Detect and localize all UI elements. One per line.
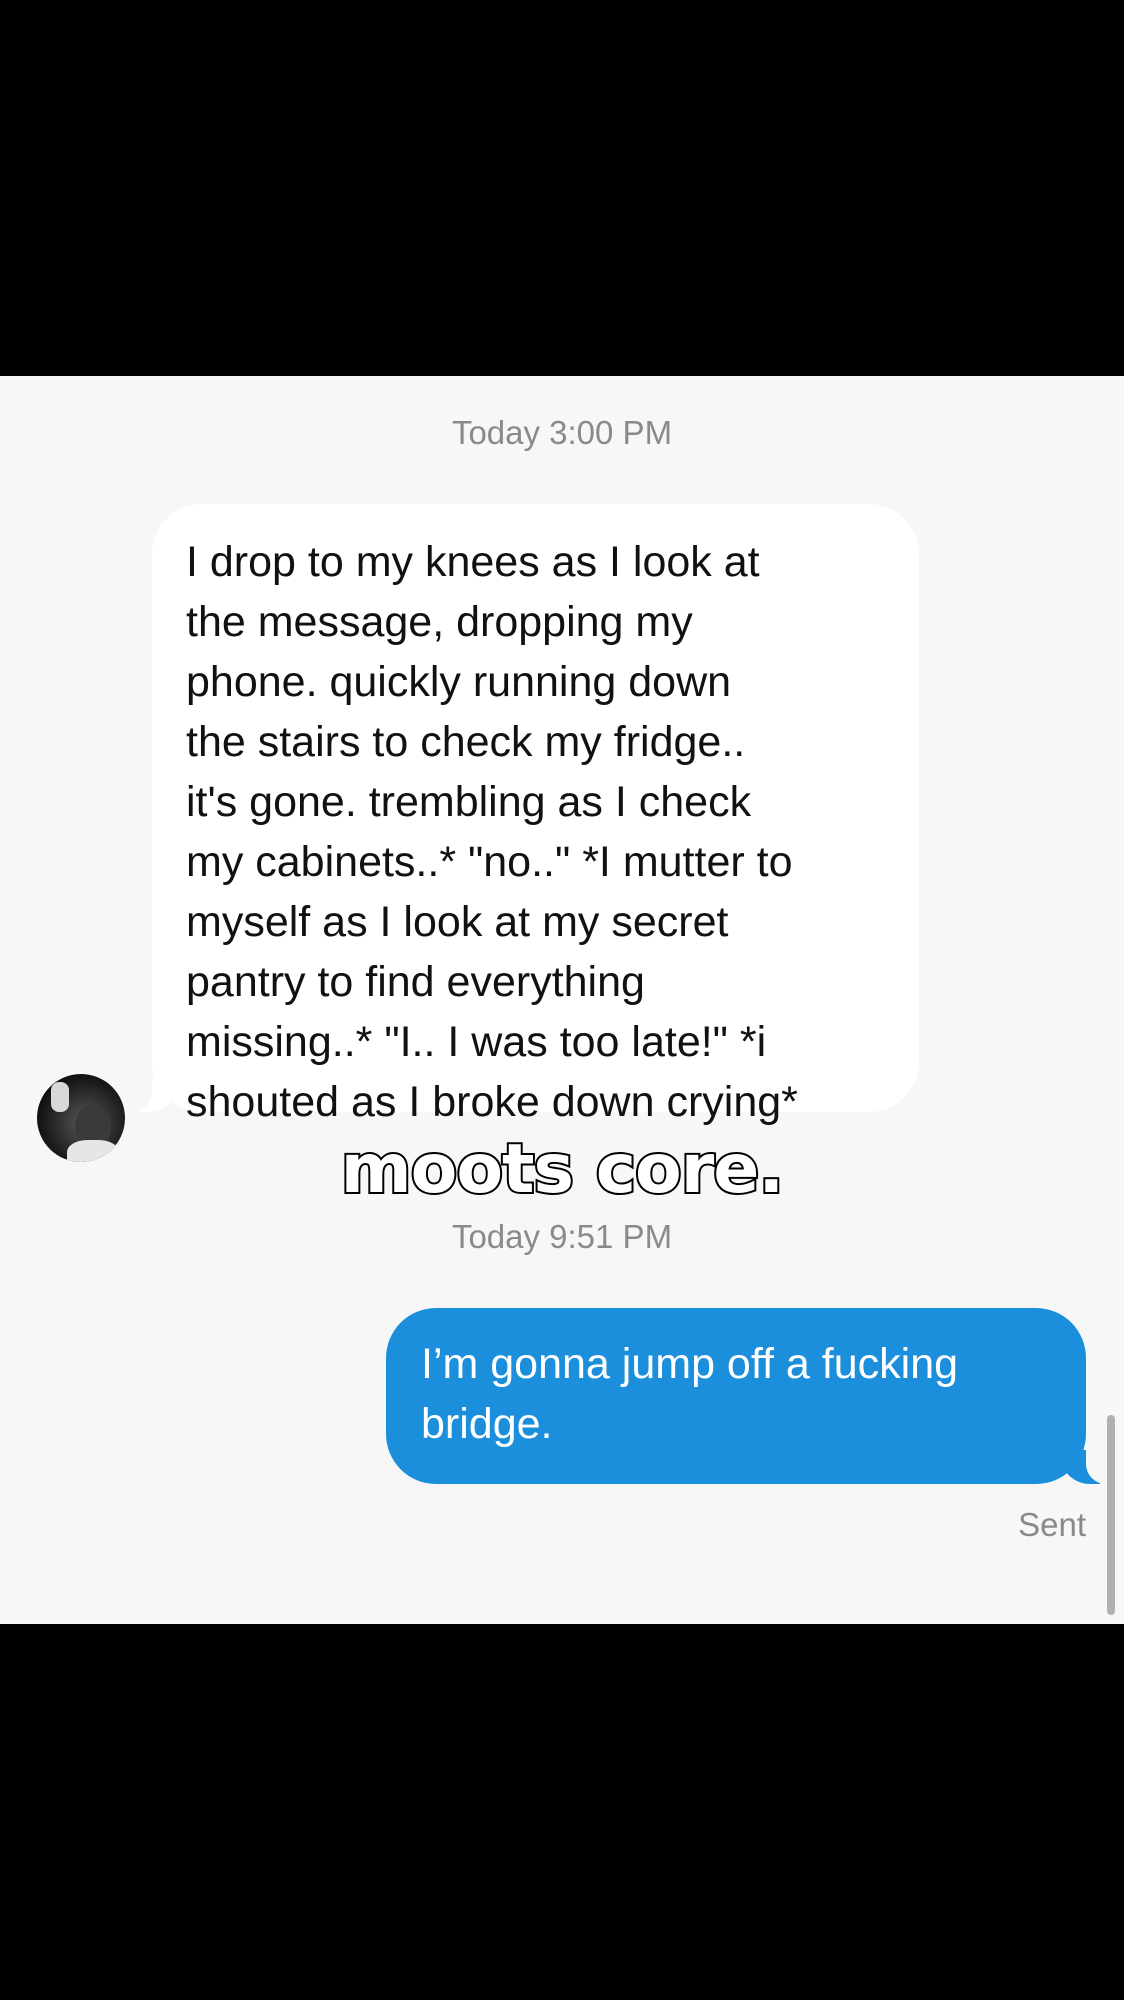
delivery-status: Sent — [1018, 1506, 1086, 1543]
overlay-caption: moots core. — [339, 1128, 786, 1211]
received-message-bubble[interactable]: I drop to my knees as I look at the mess… — [126, 504, 919, 1126]
conversation-view[interactable]: Today 3:00 PM I drop to my knees as I lo… — [0, 376, 1124, 1624]
received-message-text: I drop to my knees as I look at the mess… — [186, 538, 798, 1126]
bubble-tail — [1060, 1450, 1112, 1484]
scrollbar[interactable] — [1107, 1415, 1115, 1615]
sent-message-text: I’m gonna jump off a fucking bridge. — [421, 1340, 959, 1448]
sent-message-bubble[interactable]: I’m gonna jump off a fucking bridge. — [386, 1308, 1112, 1484]
bubble-tail — [126, 1078, 178, 1112]
message-timestamp: Today 9:51 PM — [451, 1218, 673, 1255]
avatar-hand-shape — [51, 1082, 69, 1112]
message-timestamp: Today 3:00 PM — [451, 414, 673, 451]
screen: Today 3:00 PM I drop to my knees as I lo… — [0, 0, 1124, 2000]
